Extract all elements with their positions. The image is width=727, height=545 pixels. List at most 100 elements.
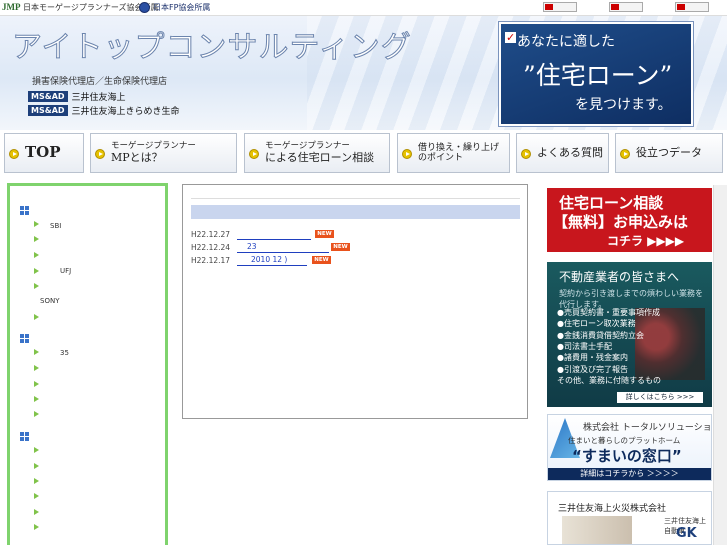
arrow-icon xyxy=(521,149,531,159)
total-headline: “すまいの窓口” xyxy=(572,447,682,465)
nav-data-label: 役立つデータ xyxy=(636,145,702,159)
news-link-underline xyxy=(237,252,329,253)
insurer-kirameki-life[interactable]: MS&AD 三井住友海上きらめき生命 xyxy=(28,104,180,117)
top-strip: JMP 日本モーゲージプランナーズ協会所属 日本FP協会所属 xyxy=(0,0,727,16)
hero-line3: を見つけます。 xyxy=(575,97,672,113)
page: JMP 日本モーゲージプランナーズ協会所属 日本FP協会所属 アイトップコンサル… xyxy=(0,0,727,545)
arrow-icon xyxy=(402,149,412,159)
new-badge: NEW xyxy=(312,256,331,264)
plus-icon xyxy=(545,4,553,10)
nav-faq[interactable]: よくある質問 xyxy=(516,133,609,173)
nav-loan-consult[interactable]: モーゲージプランナー による住宅ローン相談 xyxy=(244,133,390,173)
bullet-icon xyxy=(34,236,39,242)
bullet-icon xyxy=(34,396,39,402)
left-sidebar: SBI UFJ SONY 35 xyxy=(7,183,168,545)
section-square-icon xyxy=(20,432,29,441)
realtor-item: ●金銭消費貸借契約立会 xyxy=(557,330,644,340)
bullet-icon xyxy=(34,381,39,387)
realtor-banner[interactable]: 不動産業者の皆さまへ 契約から引き渡しまでの煩わしい業務を代行します。 ●売買契… xyxy=(547,262,712,407)
fpa-text: 日本FP協会所属 xyxy=(153,3,211,12)
news-item: H22.12.17 2010 12 ) NEW xyxy=(191,255,331,266)
font-size-large-button[interactable] xyxy=(543,2,577,12)
news-date: H22.12.17 xyxy=(191,256,231,265)
hero-line1: あなたに適した xyxy=(517,34,615,50)
realtor-item: ●引渡及び完了報告 xyxy=(557,364,628,374)
hero-line2: ”住宅ローン” xyxy=(523,61,673,90)
msad-tag: MS&AD xyxy=(28,91,68,102)
bullet-icon xyxy=(34,447,39,453)
news-item: H22.12.24 23 NEW xyxy=(191,242,350,253)
bullet-icon xyxy=(34,478,39,484)
font-size-small-button[interactable] xyxy=(675,2,709,12)
insurer-mitsui-sumitomo[interactable]: MS&AD 三井住友海上 xyxy=(28,90,126,103)
nav-loan-main: による住宅ローン相談 xyxy=(265,150,375,164)
news-header-bar xyxy=(191,205,520,219)
arrow-icon xyxy=(620,149,630,159)
arrow-icon xyxy=(9,149,19,159)
news-item: H22.12.27 NEW xyxy=(191,230,334,240)
sidebar-link[interactable]: SBI xyxy=(50,222,61,230)
vertical-scrollbar[interactable] xyxy=(713,185,727,545)
consult-line1: 住宅ローン相談 xyxy=(559,194,664,212)
nav-mp[interactable]: モーゲージプランナー MPとは？ xyxy=(90,133,237,173)
section-square-icon xyxy=(20,334,29,343)
realtor-list: ●売買契約書・重要事項作成 ●住宅ローン取次業務 ●金銭消費貸借契約立会 ●司法… xyxy=(557,307,661,387)
new-badge: NEW xyxy=(315,230,334,238)
hero-banner[interactable]: ✓ あなたに適した ”住宅ローン” を見つけます。 xyxy=(499,22,693,126)
bullet-icon xyxy=(34,283,39,289)
bullet-icon xyxy=(34,524,39,530)
consult-line3: コチラ ▶▶▶▶ xyxy=(607,234,685,248)
bullet-icon xyxy=(34,365,39,371)
loan-consult-banner[interactable]: 住宅ローン相談 【無料】お申込みは コチラ ▶▶▶▶ xyxy=(547,188,712,252)
agency-caption: 損害保険代理店／生命保険代理店 xyxy=(32,77,168,87)
sidebar-link[interactable]: SONY xyxy=(40,297,59,305)
realtor-item: その他、業務に付随するもの xyxy=(557,376,661,386)
realtor-title: 不動産業者の皆さまへ xyxy=(559,270,680,284)
insurer-name: 三井住友海上 xyxy=(71,93,126,103)
total-company: 株式会社 トータルソリューション xyxy=(583,423,712,433)
fpa-circle-icon xyxy=(139,2,150,13)
fpa-logo[interactable]: 日本FP協会所属 xyxy=(139,2,210,13)
mitsui-sumitomo-banner[interactable]: 三井住友海上火災株式会社 三井住友海上自動車 GK xyxy=(547,491,712,545)
nav-top[interactable]: TOP xyxy=(4,133,84,173)
bullet-icon xyxy=(34,411,39,417)
total-solution-banner[interactable]: 株式会社 トータルソリューション 住まいと暮らしのプラットホーム “すまいの窓口… xyxy=(547,414,712,481)
bullet-icon xyxy=(34,509,39,515)
bullet-icon xyxy=(34,314,39,320)
site-logo[interactable]: アイトップコンサルティング xyxy=(12,22,412,66)
realtor-more-link[interactable]: 詳しくはこちら >>> xyxy=(617,392,703,403)
arrow-icon xyxy=(95,149,105,159)
font-size-medium-button[interactable] xyxy=(609,2,643,12)
insurer-name: 三井住友海上きらめき生命 xyxy=(71,107,180,117)
plus-icon xyxy=(611,4,619,10)
nav-faq-label: よくある質問 xyxy=(537,145,603,159)
nav-top-label: TOP xyxy=(25,143,61,162)
news-title[interactable]: 23 xyxy=(247,242,257,251)
bullet-icon xyxy=(34,252,39,258)
jmp-logo[interactable]: JMP 日本モーゲージプランナーズ協会所属 xyxy=(2,2,159,13)
realtor-item: ●諸費用・残金案内 xyxy=(557,353,628,363)
bullet-icon xyxy=(34,221,39,227)
nav-label: よくある質問 xyxy=(537,134,604,172)
ms-company: 三井住友海上火災株式会社 xyxy=(558,504,667,514)
consult-line2: 【無料】お申込みは xyxy=(553,213,689,231)
nav-label: モーゲージプランナー MPとは？ xyxy=(111,134,232,172)
nav-refi-line1: 借り換え・繰り上げ xyxy=(418,142,500,153)
sidebar-link[interactable]: UFJ xyxy=(60,267,71,275)
news-link-underline xyxy=(237,239,311,240)
divider xyxy=(191,198,520,199)
news-link-underline xyxy=(237,265,307,266)
news-date: H22.12.24 xyxy=(191,243,231,252)
nav-useful-data[interactable]: 役立つデータ xyxy=(615,133,723,173)
total-cta[interactable]: 詳細はコチラから ＞＞＞＞ xyxy=(548,468,711,480)
new-badge: NEW xyxy=(331,243,350,251)
nav-label: TOP xyxy=(25,134,79,172)
arrow-icon xyxy=(249,149,259,159)
news-title[interactable]: 2010 12 ) xyxy=(251,255,287,264)
jmp-mark: JMP xyxy=(2,2,21,12)
plus-icon xyxy=(677,4,685,10)
bullet-icon xyxy=(34,349,39,355)
sidebar-link[interactable]: 35 xyxy=(60,349,69,357)
nav-refinance[interactable]: 借り換え・繰り上げ のポイント xyxy=(397,133,510,173)
bullet-icon xyxy=(34,268,39,274)
